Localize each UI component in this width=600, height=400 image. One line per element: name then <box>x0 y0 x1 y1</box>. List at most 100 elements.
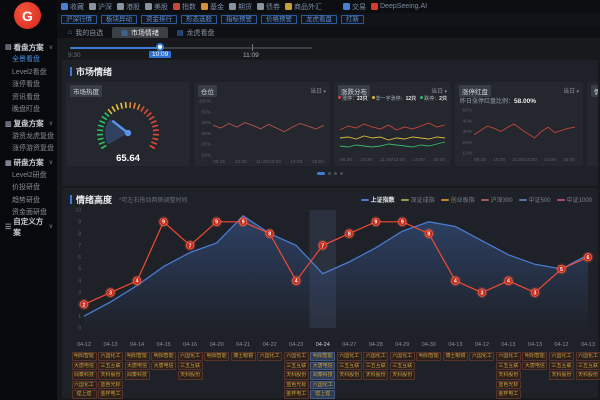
stock-chip-明阳智能[interactable]: 明阳智能 <box>522 352 547 361</box>
stock-chip-三五互联[interactable]: 三五互联 <box>284 362 309 371</box>
menu-债券[interactable]: 债券 <box>257 2 280 12</box>
stock-chip-煌上煌[interactable]: 煌上煌 <box>72 390 97 399</box>
stock-chip-天科股份[interactable]: 天科股份 <box>178 371 203 380</box>
stock-chip-三五互联[interactable]: 三五互联 <box>363 362 388 371</box>
sidebar-item-资讯看盘[interactable]: 资讯看盘 <box>0 92 57 105</box>
stock-chip-大唐电信[interactable]: 大唐电信 <box>125 362 150 371</box>
sidebar-group-研盘方案[interactable]: ▦研盘方案∨ <box>0 156 57 170</box>
emotion-marker[interactable]: 2 <box>79 299 90 310</box>
stock-chip-六国化工[interactable]: 六国化工 <box>390 352 415 361</box>
toolbar-button-板块异动[interactable]: 板块异动 <box>101 15 137 24</box>
stock-chip-大唐电信[interactable]: 大唐电信 <box>151 362 176 371</box>
sidebar-item-涨停看盘[interactable]: 涨停看盘 <box>0 79 57 92</box>
legend-item-沪深300[interactable]: 沪深300 <box>481 195 513 204</box>
emotion-marker[interactable]: 9 <box>370 216 381 227</box>
stock-chip-六国化工[interactable]: 六国化工 <box>576 352 600 361</box>
stock-chip-博士眼镜[interactable]: 博士眼镜 <box>443 352 468 361</box>
menu-DeepSeeing.AI[interactable]: DeepSeeing.AI <box>371 3 427 10</box>
toolbar-button-形态选股[interactable]: 形态选股 <box>181 15 217 24</box>
carousel-dot[interactable] <box>334 172 337 175</box>
legend-item-创业板指[interactable]: 创业板指 <box>441 195 475 204</box>
emotion-marker[interactable]: 9 <box>211 216 222 227</box>
stock-chip-蓝色光标[interactable]: 蓝色光标 <box>284 381 309 390</box>
stock-chip-天科股份[interactable]: 天科股份 <box>576 371 600 380</box>
stock-chip-明阳智能[interactable]: 明阳智能 <box>125 352 150 361</box>
menu-收藏[interactable]: 收藏 <box>61 2 84 12</box>
emotion-marker[interactable]: 4 <box>291 275 302 286</box>
emotion-marker[interactable]: 7 <box>317 240 328 251</box>
stock-chip-明阳智能[interactable]: 明阳智能 <box>72 352 97 361</box>
stock-chip-蓝色光标[interactable]: 蓝色光标 <box>98 381 123 390</box>
stock-chip-天科股份[interactable]: 天科股份 <box>98 371 123 380</box>
stock-chip-闻泰科技[interactable]: 闻泰科技 <box>310 371 335 380</box>
stock-chip-六国化工[interactable]: 六国化工 <box>363 352 388 361</box>
sidebar-item-晚盘盯盘[interactable]: 晚盘盯盘 <box>0 104 57 117</box>
stock-chip-六国化工[interactable]: 六国化工 <box>496 352 521 361</box>
stock-chip-天科股份[interactable]: 天科股份 <box>284 371 309 380</box>
sidebar-item-游资龙虎复盘[interactable]: 游资龙虎复盘 <box>0 131 57 144</box>
menu-美股[interactable]: 美股 <box>145 2 168 12</box>
emotion-marker[interactable]: 9 <box>158 216 169 227</box>
stock-chip-天科股份[interactable]: 天科股份 <box>363 371 388 380</box>
stock-chip-三五互联[interactable]: 三五互联 <box>549 362 574 371</box>
stock-chip-三五互联[interactable]: 三五互联 <box>390 362 415 371</box>
menu-港股[interactable]: 港股 <box>117 2 140 12</box>
tab-龙虎看盘[interactable]: ▤龙虎看盘 <box>168 27 224 38</box>
tab-市场情绪[interactable]: ▤市场情绪 <box>112 27 168 38</box>
stock-chip-天科股份[interactable]: 天科股份 <box>390 371 415 380</box>
stock-chip-三五互联[interactable]: 三五互联 <box>337 362 362 371</box>
emotion-marker[interactable]: 8 <box>423 228 434 239</box>
toolbar-button-龙虎看盘[interactable]: 龙虎看盘 <box>301 15 337 24</box>
stock-chip-六国化工[interactable]: 六国化工 <box>549 352 574 361</box>
emotion-marker[interactable]: 3 <box>529 287 540 298</box>
legend-item-涨停[interactable]: 涨停：23只 <box>338 95 368 102</box>
legend-item-上证指数[interactable]: 上证指数 <box>361 195 395 204</box>
stock-chip-三五互联[interactable]: 三五互联 <box>178 362 203 371</box>
sidebar-group-复盘方案[interactable]: ▥复盘方案∨ <box>0 117 57 131</box>
toolbar-button-资金排行[interactable]: 资金排行 <box>141 15 177 24</box>
stock-chip-蓝色光标[interactable]: 蓝色光标 <box>496 381 521 390</box>
stock-chip-天科股份[interactable]: 天科股份 <box>337 371 362 380</box>
stock-chip-六国化工[interactable]: 六国化工 <box>310 381 335 390</box>
toolbar-button-打新[interactable]: 打新 <box>341 15 364 24</box>
sidebar-item-涨停游资复盘[interactable]: 涨停游资复盘 <box>0 143 57 156</box>
stock-chip-煌上煌[interactable]: 煌上煌 <box>310 390 335 399</box>
sidebar-item-全景看盘[interactable]: 全景看盘 <box>0 54 57 67</box>
limitup-range-dropdown[interactable]: 当日 <box>563 86 579 95</box>
emotion-marker[interactable]: 7 <box>185 240 196 251</box>
stock-chip-六国化工[interactable]: 六国化工 <box>72 381 97 390</box>
stock-chip-六国化工[interactable]: 六国化工 <box>469 352 494 361</box>
carousel-dot[interactable] <box>340 172 343 175</box>
emotion-marker[interactable]: 3 <box>476 287 487 298</box>
stock-chip-明阳智能[interactable]: 明阳智能 <box>416 352 441 361</box>
sidebar-group-看盘方案[interactable]: ▤看盘方案∨ <box>0 40 57 54</box>
menu-沪深[interactable]: 沪深 <box>89 2 112 12</box>
legend-item-深证成指[interactable]: 深证成指 <box>401 195 435 204</box>
menu-期货[interactable]: 期货 <box>229 2 252 12</box>
stock-chip-六国化工[interactable]: 六国化工 <box>178 352 203 361</box>
legend-item-跌停[interactable]: 跌停：2只 <box>420 95 447 102</box>
stock-chip-明阳智能[interactable]: 明阳智能 <box>151 352 176 361</box>
sidebar-item-趋势研盘[interactable]: 趋势研盘 <box>0 195 57 208</box>
legend-item-中证500[interactable]: 中证500 <box>519 195 551 204</box>
stock-chip-六国化工[interactable]: 六国化工 <box>257 352 282 361</box>
stock-chip-金杯电工[interactable]: 金杯电工 <box>98 390 123 399</box>
stock-chip-闻泰科技[interactable]: 闻泰科技 <box>72 371 97 380</box>
stock-chip-六国化工[interactable]: 六国化工 <box>98 352 123 361</box>
menu-交易[interactable]: 交易 <box>343 2 366 12</box>
carousel-dot[interactable] <box>328 172 331 175</box>
tab-我的自选[interactable]: ⌂我的自选 <box>59 27 112 38</box>
carousel-dot[interactable] <box>317 172 325 175</box>
stock-chip-博士眼镜[interactable]: 博士眼镜 <box>231 352 256 361</box>
emotion-marker[interactable]: 9 <box>238 216 249 227</box>
time-slider-handle[interactable] <box>156 43 164 51</box>
app-logo-icon[interactable]: G <box>14 2 41 29</box>
stock-chip-大唐电信[interactable]: 大唐电信 <box>522 362 547 371</box>
sidebar-item-Level2看盘[interactable]: Level2看盘 <box>0 67 57 80</box>
stock-chip-大唐电信[interactable]: 大唐电信 <box>310 362 335 371</box>
emotion-marker[interactable]: 9 <box>397 216 408 227</box>
stock-chip-天科股份[interactable]: 天科股份 <box>549 371 574 380</box>
legend-item-非一字涨停[interactable]: 非一字涨停：12只 <box>372 95 417 102</box>
sidebar-group-自定义方案[interactable]: ☰自定义方案∨ <box>0 220 57 234</box>
sidebar-item-Level2研盘[interactable]: Level2研盘 <box>0 170 57 183</box>
